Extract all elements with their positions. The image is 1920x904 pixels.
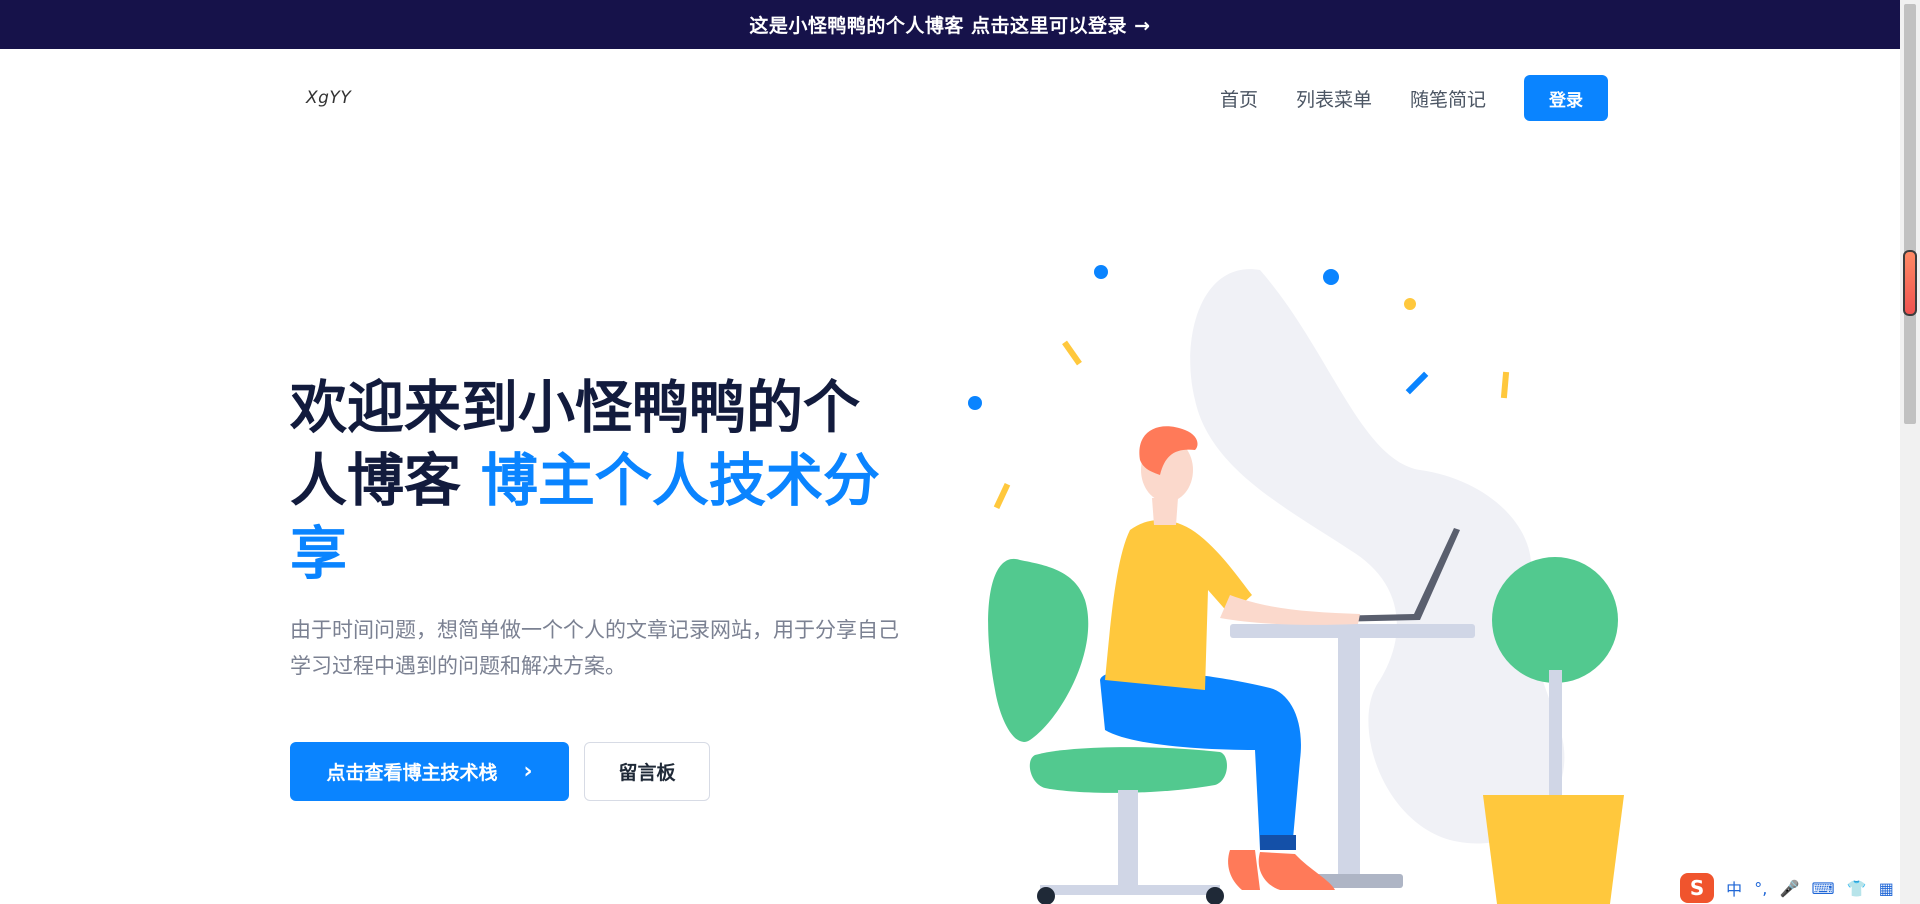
confetti-dot <box>968 396 982 410</box>
ime-punctuation-toggle[interactable]: °, <box>1754 879 1767 898</box>
nav-notes[interactable]: 随笔简记 <box>1410 85 1486 112</box>
message-board-button[interactable]: 留言板 <box>584 742 710 801</box>
plant-pot <box>1483 795 1624 904</box>
site-logo[interactable]: XgYY <box>306 88 351 108</box>
chevron-right-icon: › <box>523 759 533 784</box>
confetti-bar <box>1405 371 1429 395</box>
confetti-bar <box>1500 371 1510 399</box>
tech-stack-button[interactable]: 点击查看博主技术栈 › <box>290 742 569 801</box>
microphone-icon[interactable]: 🎤 <box>1779 879 1799 898</box>
grid-menu-icon[interactable]: ▦ <box>1879 879 1894 898</box>
chair-seat <box>1029 747 1227 793</box>
chair-base <box>1040 885 1220 895</box>
login-button[interactable]: 登录 <box>1524 75 1608 121</box>
announcement-text[interactable]: 这是小怪鸭鸭的个人博客 点击这里可以登录 → <box>749 11 1150 38</box>
confetti-dot <box>1094 265 1108 279</box>
nav-list-menu[interactable]: 列表菜单 <box>1296 85 1372 112</box>
person-arm <box>1220 595 1360 625</box>
tech-stack-button-label: 点击查看博主技术栈 <box>326 762 498 784</box>
sogou-logo-icon[interactable]: S <box>1680 873 1715 903</box>
chair-post <box>1118 790 1138 885</box>
nav-home[interactable]: 首页 <box>1220 85 1258 112</box>
hero-illustration <box>968 265 1624 904</box>
scrollbar-thumb[interactable] <box>1904 4 1916 424</box>
scroll-indicator <box>1903 250 1917 316</box>
ime-language-toggle[interactable]: 中 <box>1726 876 1742 900</box>
hero-description: 由于时间问题，想简单做一个个人的文章记录网站，用于分享自己学习过程中遇到的问题和… <box>290 618 899 678</box>
confetti-bar <box>993 482 1011 510</box>
person-shoe <box>1258 852 1335 890</box>
plant-stem <box>1549 670 1562 810</box>
chair-back <box>988 558 1089 742</box>
desk-leg <box>1338 638 1360 878</box>
confetti-bar <box>1062 340 1082 366</box>
confetti-dot <box>1323 269 1339 285</box>
person-neck <box>1152 498 1178 525</box>
ime-toolbar[interactable]: S 中 °, 🎤 ⌨ 👕 ▦ <box>1674 872 1900 904</box>
main-nav: 首页 列表菜单 随笔简记 登录 <box>1182 75 1608 121</box>
keyboard-icon[interactable]: ⌨ <box>1812 879 1835 898</box>
desk-top <box>1230 624 1475 638</box>
page-scrollbar[interactable] <box>1900 0 1920 904</box>
announcement-bar[interactable]: 这是小怪鸭鸭的个人博客 点击这里可以登录 → <box>0 0 1900 49</box>
person-cuff <box>1260 835 1296 850</box>
plant-foliage <box>1492 557 1618 683</box>
background-blob <box>1190 269 1565 844</box>
hero-title: 欢迎来到小怪鸭鸭的个人博客 博主个人技术分享 <box>290 372 910 591</box>
skin-icon[interactable]: 👕 <box>1847 879 1867 898</box>
confetti-dot <box>1404 298 1416 310</box>
person-shoe <box>1228 850 1260 890</box>
